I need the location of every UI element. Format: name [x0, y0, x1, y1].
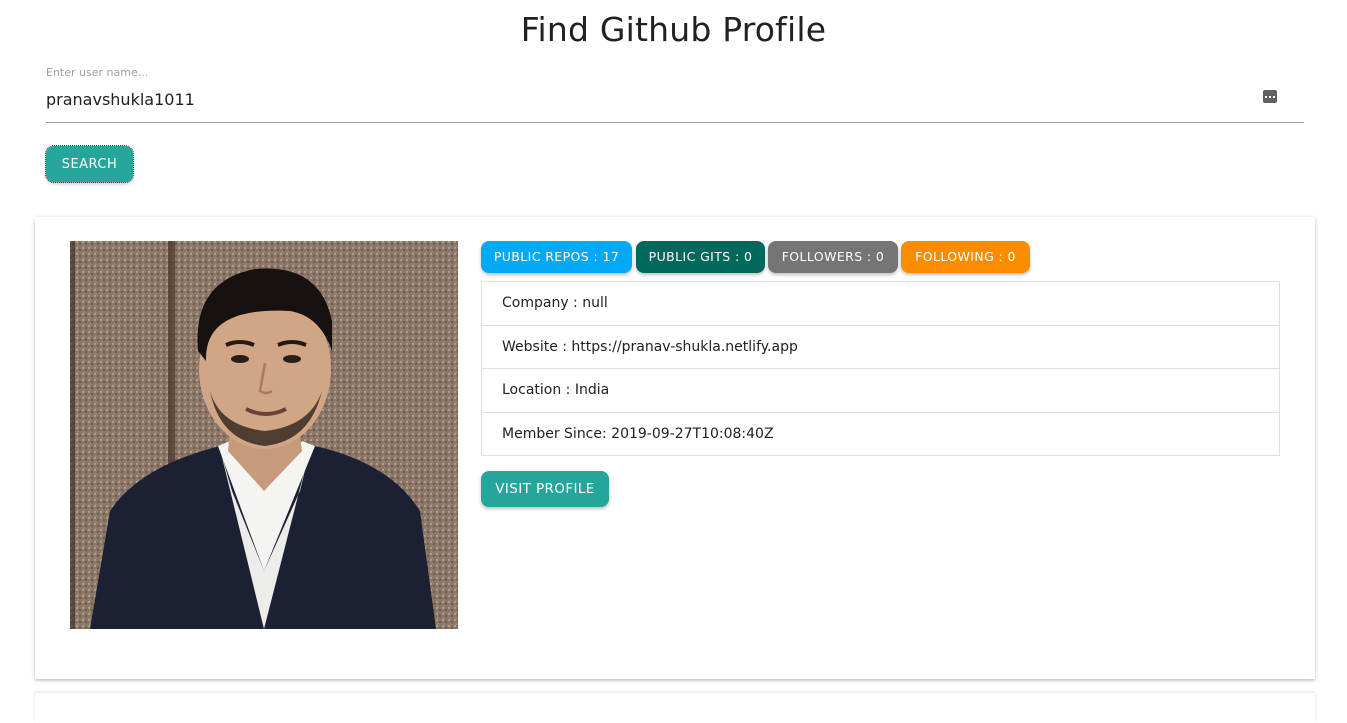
- visit-profile-button[interactable]: VISIT PROFILE: [481, 471, 609, 507]
- member-since-item: Member Since: 2019-09-27T10:08:40Z: [502, 425, 774, 442]
- website-item: Website : https://pranav-shukla.netlify.…: [482, 326, 1279, 369]
- company-item: Company : null: [482, 282, 1279, 326]
- input-underline: [46, 122, 1304, 123]
- page-title: Find Github Profile: [520, 10, 827, 49]
- followers-badge: FOLLOWERS : 0: [768, 241, 898, 273]
- avatar-image: [70, 241, 458, 629]
- public-repos-badge: PUBLIC REPOS : 17: [481, 241, 632, 273]
- location-item: Location : India: [482, 369, 1279, 413]
- profile-details-list: Company : null Website : https://pranav-…: [481, 281, 1280, 456]
- username-input[interactable]: [46, 86, 1246, 112]
- public-gists-badge: PUBLIC GITS : 0: [636, 241, 765, 273]
- following-badge: FOLLOWING : 0: [901, 241, 1030, 273]
- profile-card: PUBLIC REPOS : 17 PUBLIC GITS : 0 FOLLOW…: [35, 217, 1315, 679]
- avatar: [70, 241, 458, 629]
- autofill-icon[interactable]: [1263, 90, 1277, 103]
- next-card: [35, 693, 1315, 723]
- search-button[interactable]: SEARCH: [45, 145, 134, 183]
- username-field-label: Enter user name...: [46, 66, 149, 79]
